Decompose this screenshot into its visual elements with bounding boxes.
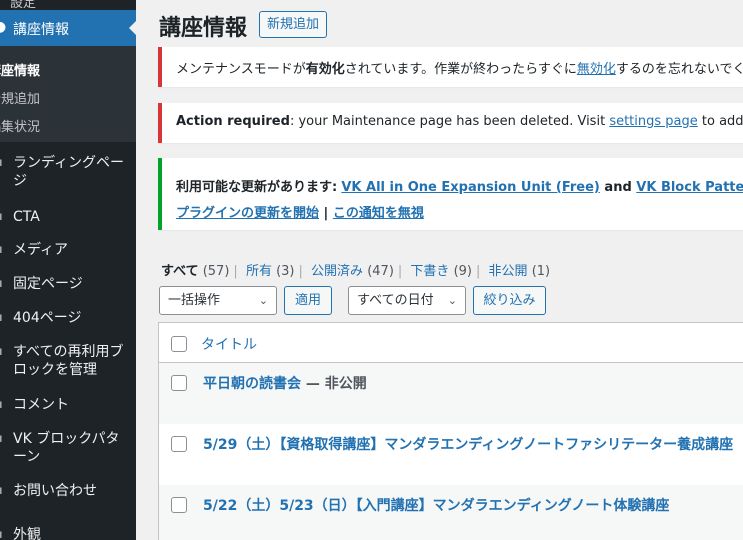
status-filters: すべて (57) | 所有 (3) | 公開済み (47) | 下書き (9) | 非公…	[161, 264, 551, 279]
page-title: 講座情報	[159, 16, 248, 41]
notice-bold: 利用可能な更新があります:	[176, 180, 338, 195]
notice-text: to address this issue.	[701, 114, 743, 129]
plugin-update-notice: 利用可能な更新があります: VK All in One Expansion Un…	[158, 158, 743, 230]
mail-icon: ▪	[0, 482, 3, 500]
sidebar-item-label: 固定ページ	[13, 276, 83, 292]
plugin-link-vk-all-in-one[interactable]: VK All in One Expansion Unit (Free)	[341, 180, 600, 195]
posts-table: タイトル 平日朝の読書会 — 非公開 5/29（土）【資格取得講座】マンダラエン…	[158, 322, 743, 540]
chevron-down-icon: ⌄	[447, 294, 457, 307]
sidebar-item-label: メディア	[13, 242, 69, 258]
filter-count: (9)	[453, 264, 472, 279]
settings-page-link[interactable]: settings page	[609, 114, 697, 129]
sidebar-item-settings-cut[interactable]: 設定	[0, 0, 136, 11]
filter-button[interactable]: 絞り込み	[473, 286, 546, 315]
notice-text: されています。作業が終わったらすぐに	[344, 62, 577, 77]
select-value: すべての日付	[357, 293, 434, 308]
sidebar-item-label: コメント	[13, 397, 69, 413]
table-row: 5/22（土）5/23（日）【入門講座】マンダラエンディングノート体験講座	[159, 485, 743, 540]
select-value: 一括操作	[168, 293, 221, 308]
post-state: — 非公開	[301, 376, 367, 392]
maintenance-notice: メンテナンスモードが有効化されています。作業が終わったらすぐに無効化するのを忘れ…	[158, 47, 743, 87]
sidebar-item-label: 講座情報	[13, 22, 69, 38]
notice-text: するのを忘れないでください。	[615, 62, 743, 77]
admin-sidebar: 設定 ● 講座情報 講座情報 新規追加 編集状況 ▪ ランディングページ ▪ C…	[0, 0, 136, 540]
filter-count: (3)	[276, 264, 295, 279]
filter-private[interactable]: 非公開	[489, 264, 528, 279]
submenu-item-course-info[interactable]: 講座情報	[0, 60, 40, 79]
pattern-icon: ▪	[0, 430, 3, 448]
table-row: 5/29（土）【資格取得講座】マンダラエンディングノートファシリテーター養成講座	[159, 424, 743, 485]
action-required-notice: Action required: your Maintenance page h…	[158, 103, 743, 143]
cta-icon: ▪	[0, 208, 3, 226]
sidebar-item-label: VK ブロックパターン	[13, 431, 120, 465]
bullet-icon: ●	[0, 19, 7, 35]
sidebar-item-label: すべての再利用ブロックを管理	[13, 344, 124, 378]
notice-bold: 有効化	[305, 62, 345, 77]
filter-draft[interactable]: 下書き	[410, 264, 449, 279]
row-checkbox[interactable]	[171, 375, 187, 391]
start-update-link[interactable]: プラグインの更新を開始	[176, 206, 319, 221]
comment-icon: ▪	[0, 396, 3, 414]
bulk-actions-select[interactable]: 一括操作 ⌄	[159, 286, 277, 315]
table-row: 平日朝の読書会 — 非公開	[159, 363, 743, 424]
update-actions: プラグインの更新を開始 | この通知を無視	[176, 201, 743, 227]
row-title-link[interactable]: 平日朝の読書会 — 非公開	[203, 373, 367, 393]
media-icon: ▪	[0, 241, 3, 259]
submenu-item-add-new[interactable]: 新規追加	[0, 88, 40, 107]
chevron-down-icon: ⌄	[258, 294, 268, 307]
sidebar-item-label: お問い合わせ	[13, 483, 97, 499]
notice-bold: Action required	[176, 114, 290, 129]
row-checkbox[interactable]	[171, 497, 187, 513]
row-title-link[interactable]: 5/29（土）【資格取得講座】マンダラエンディングノートファシリテーター養成講座	[203, 434, 733, 454]
page-icon: ▪	[0, 309, 3, 327]
update-line: 利用可能な更新があります: VK All in One Expansion Un…	[176, 175, 743, 201]
block-icon: ▪	[0, 343, 3, 361]
column-title-header[interactable]: タイトル	[201, 334, 257, 354]
table-header: タイトル	[159, 323, 743, 363]
notice-text: : your Maintenance page has been deleted…	[289, 114, 610, 129]
apply-button[interactable]: 適用	[284, 286, 332, 315]
row-title-link[interactable]: 5/22（土）5/23（日）【入門講座】マンダラエンディングノート体験講座	[203, 495, 669, 515]
select-all-checkbox[interactable]	[171, 336, 187, 352]
submenu: 講座情報 新規追加 編集状況	[0, 46, 136, 142]
notice-text: メンテナンスモードが	[176, 62, 306, 77]
filter-all[interactable]: すべて	[161, 264, 199, 279]
sidebar-item-label: ランディングページ	[13, 155, 125, 189]
notice-text: and	[599, 180, 637, 195]
dismiss-notice-link[interactable]: この通知を無視	[333, 206, 424, 221]
filter-count: (57)	[202, 264, 230, 279]
brush-icon: ▪	[0, 526, 3, 540]
pages-icon: ▪	[0, 275, 3, 293]
sidebar-item-label: 外観	[13, 527, 41, 540]
row-checkbox[interactable]	[171, 436, 187, 452]
disable-link[interactable]: 無効化	[577, 62, 616, 77]
current-menu-arrow	[129, 20, 136, 36]
submenu-item-status[interactable]: 編集状況	[0, 116, 40, 135]
main-content: 講座情報 新規追加 メンテナンスモードが有効化されています。作業が終わったらすぐ…	[136, 0, 743, 540]
plugin-link-vk-block-patterns[interactable]: VK Block Patterns	[636, 180, 743, 195]
page-icon: ▪	[0, 154, 3, 172]
date-filter-select[interactable]: すべての日付 ⌄	[348, 286, 466, 315]
filter-count: (47)	[367, 264, 394, 279]
sidebar-item-label: CTA	[13, 209, 40, 225]
filter-count: (1)	[531, 264, 551, 279]
filter-mine[interactable]: 所有	[246, 264, 272, 279]
add-new-button[interactable]: 新規追加	[259, 11, 328, 38]
sidebar-item-label: 404ページ	[13, 310, 82, 326]
separator: |	[319, 206, 333, 221]
filter-published[interactable]: 公開済み	[311, 264, 363, 279]
sidebar-item-course-info[interactable]: ● 講座情報	[0, 10, 136, 46]
